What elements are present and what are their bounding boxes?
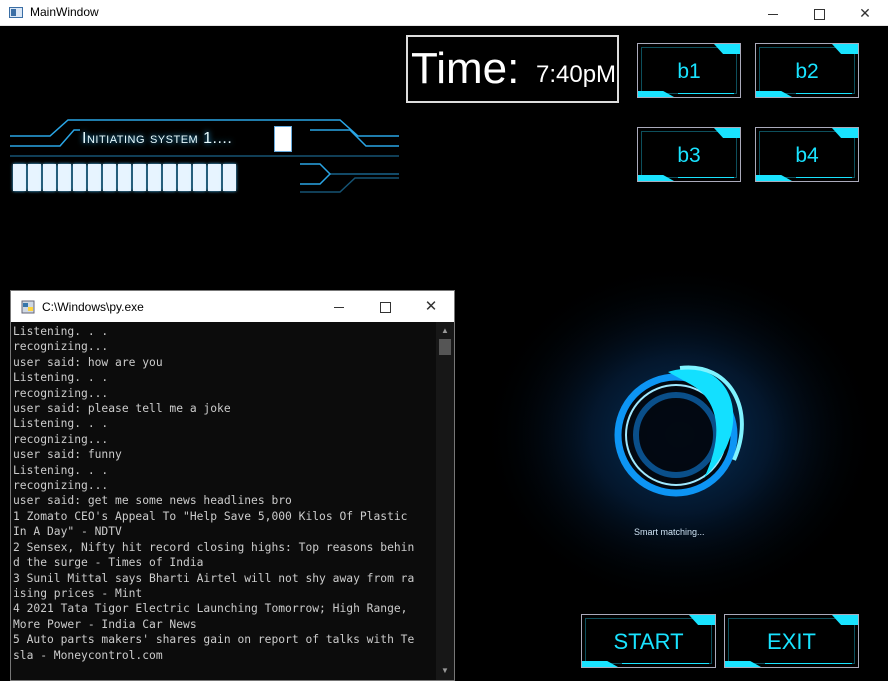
app-window-icon <box>9 7 23 18</box>
minimize-icon <box>334 306 344 308</box>
console-minimize-button[interactable] <box>316 291 362 322</box>
maximize-button[interactable] <box>796 0 842 26</box>
scroll-up-icon[interactable]: ▲ <box>436 326 454 336</box>
console-line: user said: get me some news headlines br… <box>13 494 292 508</box>
console-line: user said: funny <box>13 448 122 462</box>
main-title-bar[interactable]: MainWindow ✕ <box>0 0 888 26</box>
b1-button[interactable]: b1 <box>637 43 741 98</box>
b2-button[interactable]: b2 <box>755 43 859 98</box>
b1-label: b1 <box>677 60 701 83</box>
console-output[interactable]: Listening. . . recognizing... user said: h… <box>11 322 436 680</box>
scroll-down-icon[interactable]: ▼ <box>436 666 454 676</box>
minimize-icon <box>768 13 778 15</box>
console-line: Listening. . . <box>13 371 109 385</box>
b2-label: b2 <box>795 60 819 83</box>
console-line: recognizing... <box>13 340 109 354</box>
time-value: 7:40pM <box>536 61 617 88</box>
maximize-icon <box>813 8 825 20</box>
close-icon: ✕ <box>424 298 438 315</box>
console-line: recognizing... <box>13 386 109 400</box>
console-line: 1 Zomato CEO's Appeal To "Help Save 5,00… <box>13 509 408 523</box>
console-line: recognizing... <box>13 479 109 493</box>
b3-button[interactable]: b3 <box>637 127 741 182</box>
console-close-button[interactable]: ✕ <box>408 291 454 322</box>
progress-segment <box>148 164 161 191</box>
exit-label: EXIT <box>767 629 816 654</box>
spinner-ring-icon <box>480 260 880 610</box>
loading-hud: Initiating system 1.... <box>10 106 399 200</box>
progress-segment <box>193 164 206 191</box>
python-console-icon <box>21 300 35 314</box>
start-button[interactable]: START <box>581 614 716 668</box>
progress-segment <box>118 164 131 191</box>
console-line: sla - Moneycontrol.com <box>13 648 163 662</box>
console-title: C:\Windows\py.exe <box>42 300 144 314</box>
console-window[interactable]: C:\Windows\py.exe ✕ Listening. . . recogn… <box>10 290 455 681</box>
console-line: ising prices - Mint <box>13 586 143 600</box>
console-maximize-button[interactable] <box>362 291 408 322</box>
progress-segment <box>13 164 26 191</box>
progress-segment <box>163 164 176 191</box>
console-line: 5 Auto parts makers' shares gain on repo… <box>13 633 415 647</box>
progress-segment <box>88 164 101 191</box>
progress-segment <box>43 164 56 191</box>
progress-segment <box>58 164 71 191</box>
progress-segment <box>208 164 221 191</box>
scroll-thumb[interactable] <box>439 339 451 355</box>
progress-segment <box>28 164 41 191</box>
close-icon: ✕ <box>859 5 871 21</box>
console-title-bar[interactable]: C:\Windows\py.exe ✕ <box>11 291 454 322</box>
minimize-button[interactable] <box>750 0 796 26</box>
progress-bar <box>13 164 236 191</box>
console-line: Listening. . . <box>13 417 109 431</box>
b3-label: b3 <box>677 144 701 167</box>
close-button[interactable]: ✕ <box>842 0 888 26</box>
console-line: In A Day" - NDTV <box>13 525 122 539</box>
b4-button[interactable]: b4 <box>755 127 859 182</box>
console-line: Listening. . . <box>13 325 109 338</box>
progress-segment <box>133 164 146 191</box>
console-line: More Power - India Car News <box>13 617 197 631</box>
loading-text: Initiating system 1.... <box>82 130 233 147</box>
console-line: 4 2021 Tata Tigor Electric Launching Tom… <box>13 602 408 616</box>
exit-button[interactable]: EXIT <box>724 614 859 668</box>
progress-segment <box>223 164 236 191</box>
console-line: Listening. . . <box>13 463 109 477</box>
console-line: 2 Sensex, Nifty hit record closing highs… <box>13 540 415 554</box>
console-line: recognizing... <box>13 432 109 446</box>
b4-label: b4 <box>795 144 819 167</box>
console-line: user said: how are you <box>13 355 163 369</box>
progress-segment <box>73 164 86 191</box>
console-line: d the surge - Times of India <box>13 556 204 570</box>
loading-cursor <box>274 126 292 152</box>
console-line: 3 Sunil Mittal says Bharti Airtel will n… <box>13 571 415 585</box>
progress-segment <box>103 164 116 191</box>
time-label: Time: <box>411 44 520 93</box>
progress-segment <box>178 164 191 191</box>
status-text: Smart matching... <box>634 527 705 537</box>
console-scrollbar[interactable]: ▲ ▼ <box>436 322 454 680</box>
window-title: MainWindow <box>30 5 99 19</box>
console-line: user said: please tell me a joke <box>13 402 231 416</box>
maximize-icon <box>379 301 391 313</box>
start-label: START <box>613 629 684 654</box>
time-display: Time: 7:40pM <box>406 35 619 103</box>
